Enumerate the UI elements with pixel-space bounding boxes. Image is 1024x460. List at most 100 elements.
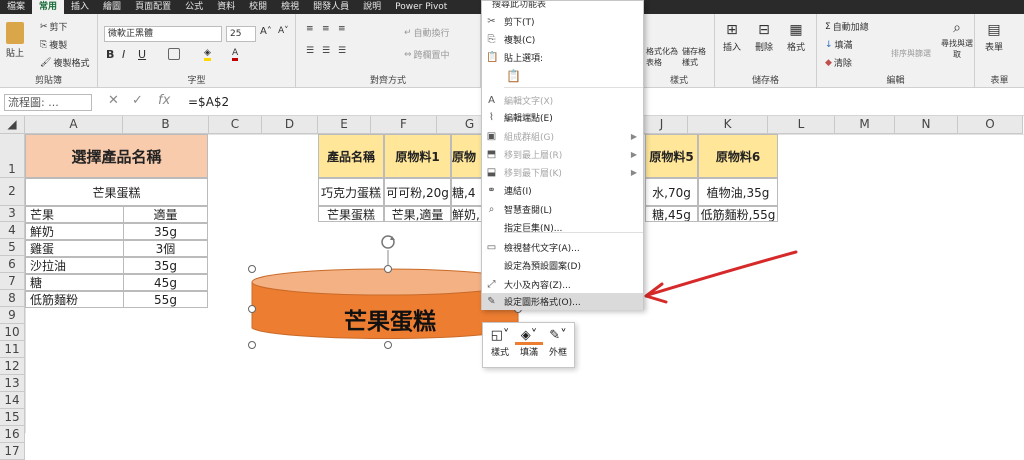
menu-item[interactable]: ✎ 設定圖形格式(O)... bbox=[482, 293, 643, 310]
row-header[interactable]: 14 bbox=[0, 392, 25, 409]
table-cell[interactable]: 35g bbox=[123, 223, 208, 240]
table-cell[interactable]: 鮮奶, bbox=[451, 206, 483, 222]
rotate-handle-icon[interactable] bbox=[381, 235, 395, 249]
tab-7[interactable]: 校閱 bbox=[242, 0, 274, 14]
table-cell[interactable]: 45g bbox=[123, 274, 208, 291]
column-header[interactable]: A bbox=[25, 116, 123, 134]
menu-item[interactable]: A 編輯文字(X) bbox=[482, 92, 643, 109]
tab-2[interactable]: 插入 bbox=[64, 0, 96, 14]
table-header-cell[interactable]: 產品名稱 bbox=[318, 134, 384, 178]
shrink-font-button[interactable]: A˅ bbox=[278, 26, 289, 36]
row-header[interactable]: 17 bbox=[0, 443, 25, 460]
paste-option-icon[interactable]: 📋 bbox=[506, 69, 521, 83]
tab-3[interactable]: 繪圖 bbox=[96, 0, 128, 14]
row-header[interactable]: 5 bbox=[0, 239, 25, 256]
autosum-button[interactable]: Σ 自動加總 bbox=[825, 20, 869, 34]
menu-item[interactable]: ⌕ 智慧查閱(L) bbox=[482, 201, 643, 218]
table-cell[interactable]: 沙拉油 bbox=[25, 257, 124, 274]
clear-button[interactable]: ◆ 清除 bbox=[825, 56, 852, 70]
table-cell[interactable]: 糖,45g bbox=[645, 206, 698, 222]
table-cell[interactable]: 低筋麵粉 bbox=[25, 291, 124, 308]
column-header[interactable]: B bbox=[123, 116, 209, 134]
table-cell[interactable]: 芒果蛋糕 bbox=[318, 206, 384, 222]
menu-item[interactable]: ⎘ 複製(C) bbox=[482, 31, 643, 48]
form-button[interactable]: ▤ 表單 bbox=[985, 22, 1003, 53]
column-header[interactable]: O bbox=[958, 116, 1023, 134]
fill-color-button[interactable]: ◈ bbox=[204, 48, 211, 61]
align-top-button[interactable]: ≡ bbox=[306, 24, 314, 34]
align-middle-button[interactable]: ≡ bbox=[322, 24, 330, 34]
align-right-button[interactable]: ☰ bbox=[338, 46, 346, 56]
table-cell[interactable]: 35g bbox=[123, 257, 208, 274]
copy-button[interactable]: ⎘ 複製 bbox=[40, 38, 67, 52]
insert-cells-button[interactable]: ⊞ 插入 bbox=[723, 22, 741, 53]
column-header[interactable]: E bbox=[318, 116, 371, 134]
menu-item[interactable]: ⌇ 編輯端點(E) bbox=[482, 109, 643, 126]
tab-1[interactable]: 常用 bbox=[32, 0, 65, 14]
row-header[interactable]: 15 bbox=[0, 409, 25, 426]
tab-6[interactable]: 資料 bbox=[210, 0, 242, 14]
insert-function-icon[interactable]: fx bbox=[158, 93, 170, 108]
row-header[interactable]: 1 bbox=[0, 134, 25, 178]
row-header[interactable]: 16 bbox=[0, 426, 25, 443]
row-header[interactable]: 12 bbox=[0, 358, 25, 375]
table-cell[interactable]: 適量 bbox=[123, 206, 208, 223]
table-header-cell[interactable]: 原物 bbox=[451, 134, 483, 178]
underline-button[interactable]: U bbox=[138, 48, 146, 61]
menu-item[interactable]: 設定為預設圖案(D) bbox=[482, 257, 643, 274]
table-header-cell[interactable]: 原物料1 bbox=[384, 134, 451, 178]
table-cell[interactable]: 55g bbox=[123, 291, 208, 308]
column-header[interactable]: C bbox=[209, 116, 262, 134]
find-select-button[interactable]: ⌕ 尋找與選取 bbox=[941, 20, 973, 60]
select-all-corner[interactable]: ◢ bbox=[0, 116, 25, 134]
mini-outline-button[interactable]: ✎˅ 外框 bbox=[544, 327, 572, 358]
fill-button[interactable]: ↓ 填滿 bbox=[825, 38, 853, 52]
cell-a1[interactable]: 選擇產品名稱 bbox=[25, 134, 208, 178]
row-header[interactable]: 13 bbox=[0, 375, 25, 392]
menu-search-input[interactable]: 搜尋此功能表 bbox=[486, 1, 639, 11]
table-cell[interactable]: 芒果 bbox=[25, 206, 124, 223]
row-header[interactable]: 3 bbox=[0, 206, 25, 222]
table-cell[interactable]: 植物油,35g bbox=[698, 178, 778, 206]
table-cell[interactable]: 糖,4 bbox=[451, 178, 483, 206]
column-header[interactable]: L bbox=[768, 116, 835, 134]
table-cell[interactable]: 巧克力蛋糕 bbox=[318, 178, 384, 206]
row-header[interactable]: 8 bbox=[0, 290, 25, 307]
cell-styles-button[interactable]: 儲存格樣式 bbox=[682, 46, 712, 68]
tab-10[interactable]: 說明 bbox=[356, 0, 388, 14]
formula-input[interactable]: =$A$2 bbox=[188, 95, 229, 109]
align-bottom-button[interactable]: ≡ bbox=[338, 24, 346, 34]
italic-button[interactable]: I bbox=[122, 48, 125, 61]
row-header[interactable]: 10 bbox=[0, 324, 25, 341]
format-as-table-button[interactable]: 格式化為表格 bbox=[646, 46, 680, 68]
table-cell[interactable]: 糖 bbox=[25, 274, 124, 291]
tab-11[interactable]: Power Pivot bbox=[388, 0, 454, 14]
align-left-button[interactable]: ☰ bbox=[306, 46, 314, 56]
menu-item[interactable]: ▭ 檢視替代文字(A)... bbox=[482, 239, 643, 256]
format-cells-button[interactable]: ▦ 格式 bbox=[787, 22, 805, 53]
table-cell[interactable]: 鮮奶 bbox=[25, 223, 124, 240]
row-header[interactable]: 2 bbox=[0, 178, 25, 206]
sort-filter-button[interactable]: 排序與篩選 bbox=[891, 48, 931, 59]
table-cell[interactable]: 芒果,適量 bbox=[384, 206, 451, 222]
menu-item[interactable]: ⤢ 大小及內容(Z)... bbox=[482, 276, 643, 293]
table-cell[interactable]: 3個 bbox=[123, 240, 208, 257]
table-header-cell[interactable]: 原物料6 bbox=[698, 134, 778, 178]
format-painter-button[interactable]: 🖌 複製格式 bbox=[40, 56, 89, 70]
row-header[interactable]: 11 bbox=[0, 341, 25, 358]
tab-0[interactable]: 檔案 bbox=[0, 0, 32, 14]
table-header-cell[interactable]: 原物料5 bbox=[645, 134, 698, 178]
row-header[interactable]: 6 bbox=[0, 256, 25, 273]
row-header[interactable]: 4 bbox=[0, 222, 25, 239]
menu-item[interactable]: 📋 貼上選項: bbox=[482, 49, 643, 66]
bold-button[interactable]: B bbox=[106, 48, 114, 61]
menu-item[interactable]: ⬓ 移到最下層(K) ▶ bbox=[482, 164, 643, 181]
name-box[interactable]: 流程圖: ... bbox=[4, 94, 92, 111]
grow-font-button[interactable]: A˄ bbox=[260, 26, 272, 37]
paste-button[interactable]: 貼上 bbox=[6, 22, 24, 59]
column-header[interactable]: D bbox=[262, 116, 318, 134]
menu-item[interactable]: ⚭ 連結(I) bbox=[482, 182, 643, 199]
font-color-button[interactable]: A bbox=[232, 48, 239, 61]
table-cell[interactable]: 雞蛋 bbox=[25, 240, 124, 257]
merge-center-button[interactable]: ⇔ 跨欄置中 bbox=[404, 48, 450, 62]
